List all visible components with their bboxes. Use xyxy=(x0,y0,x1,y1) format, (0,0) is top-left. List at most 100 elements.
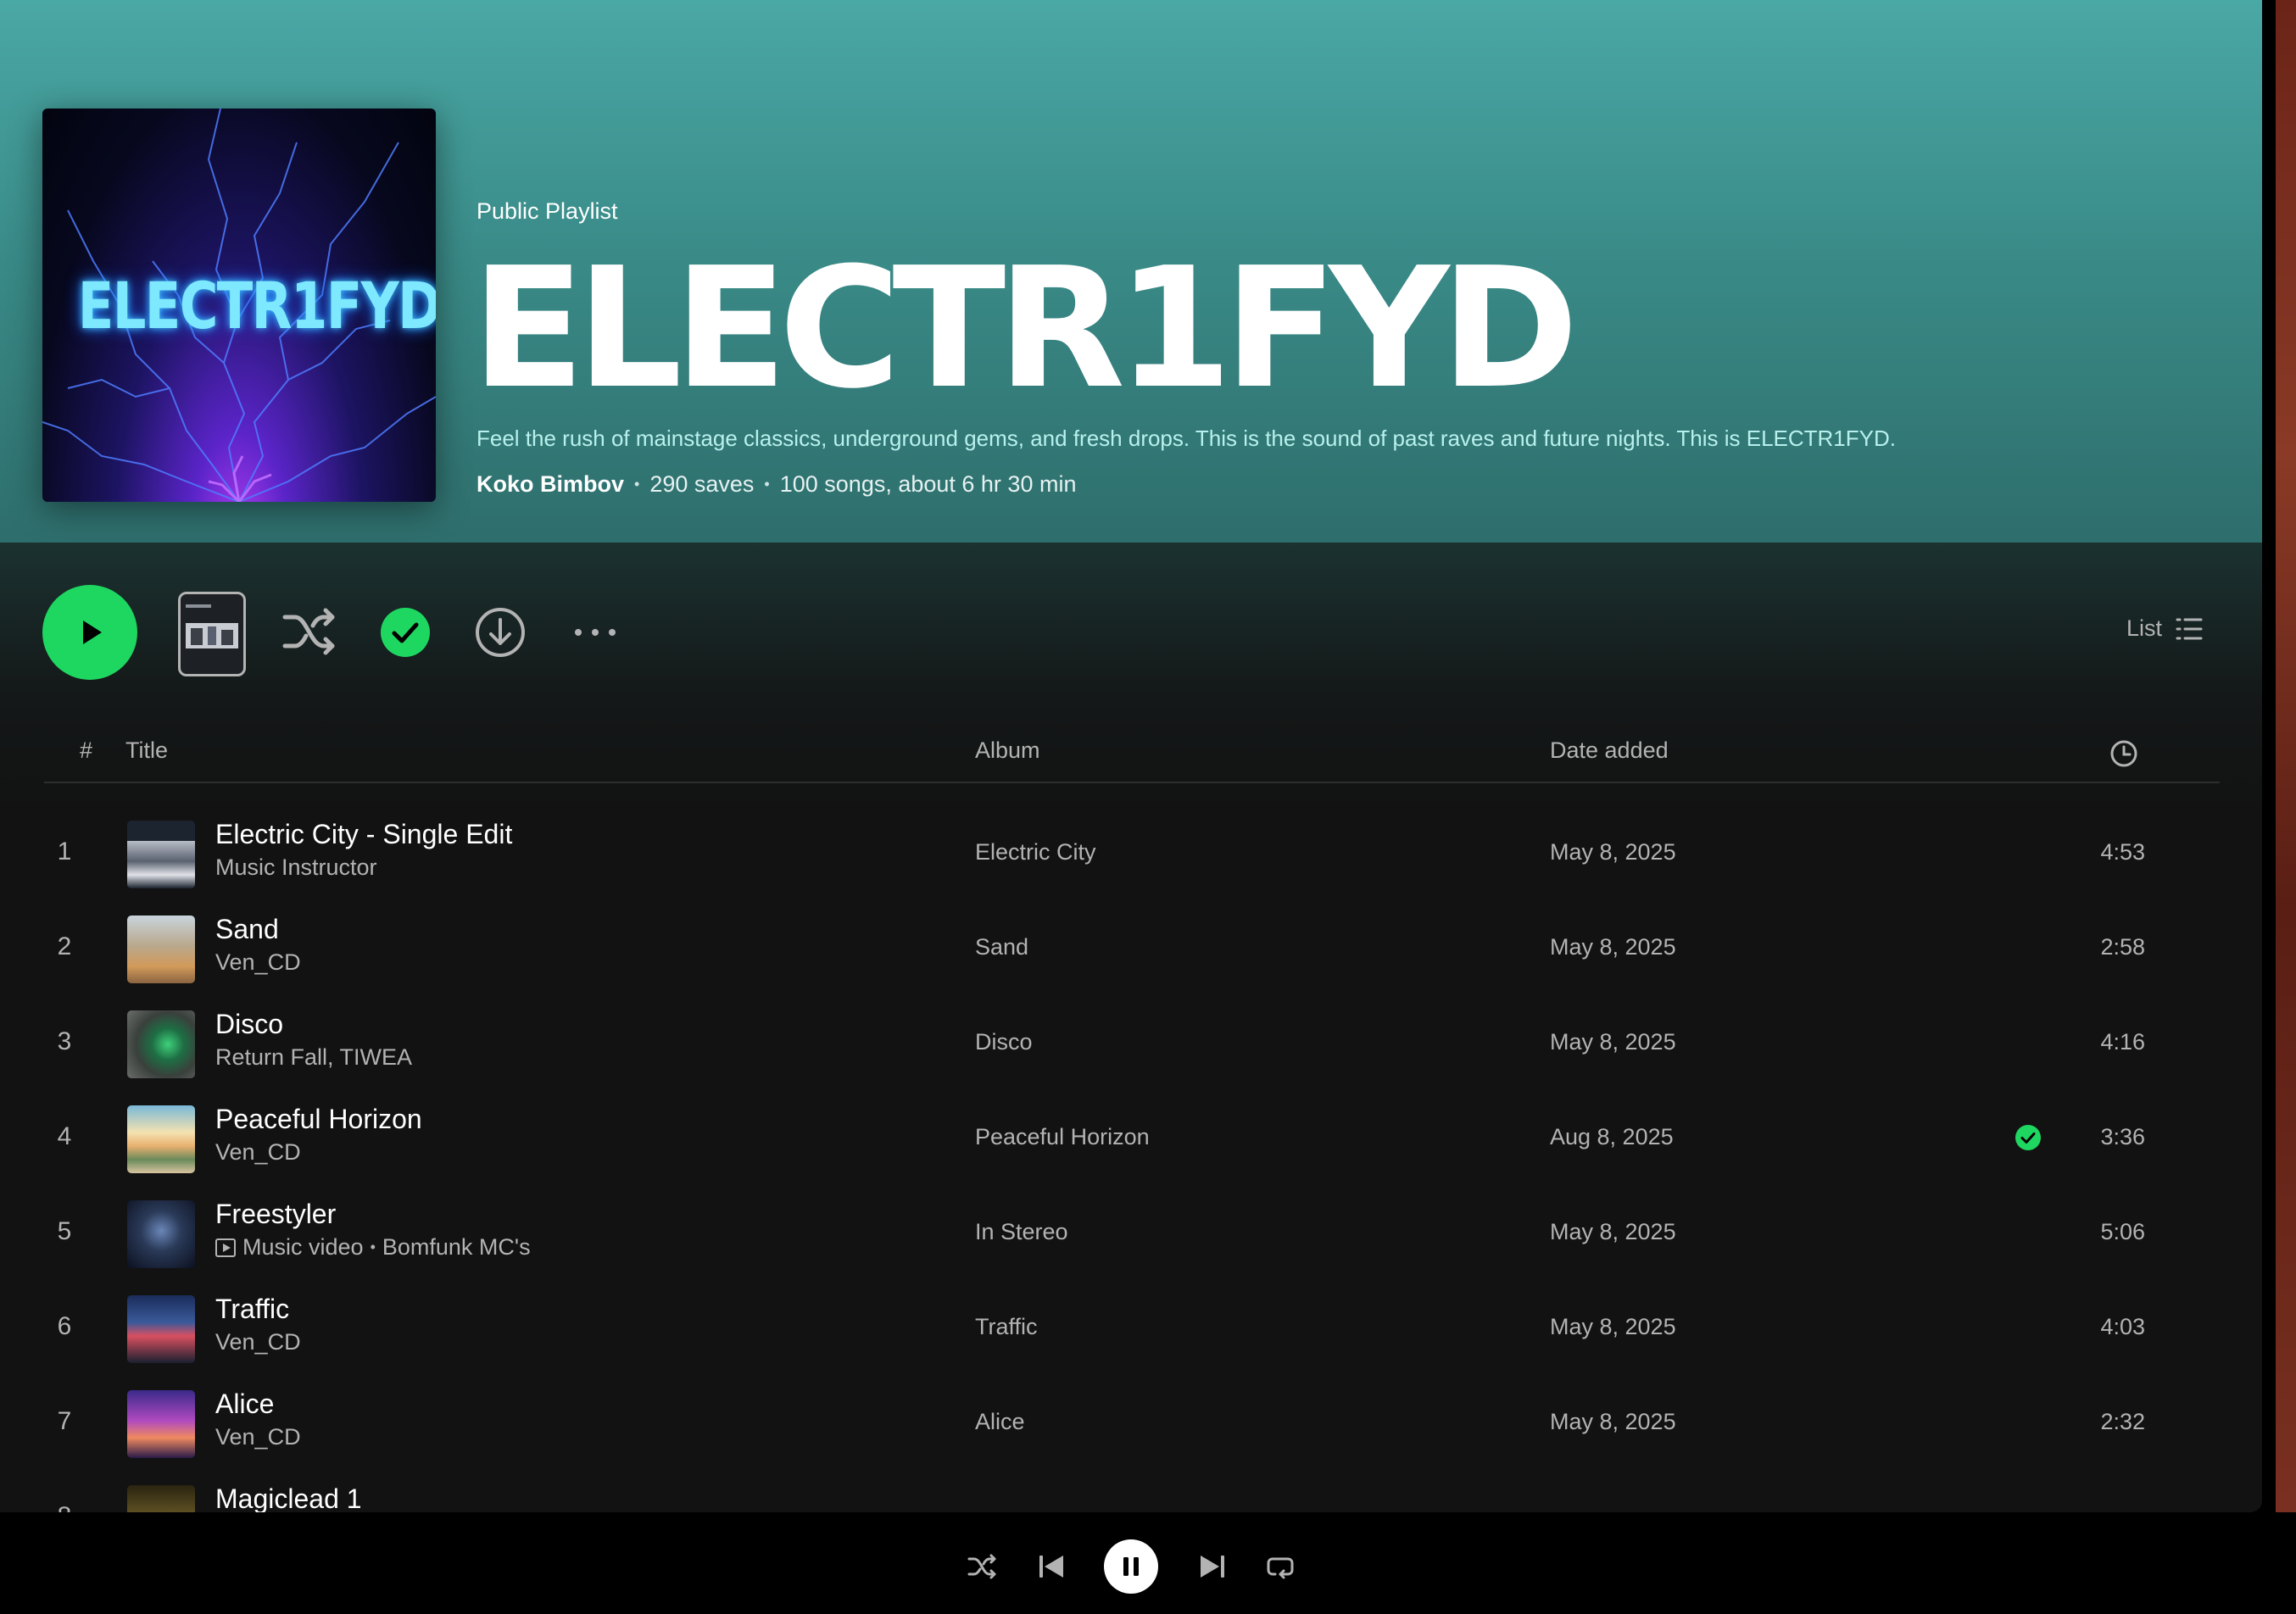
playlist-type-label: Public Playlist xyxy=(476,198,618,224)
track-duration: 4:03 xyxy=(2100,1314,2145,1339)
track-thumbnail xyxy=(127,1105,195,1173)
track-date-added: May 8, 2025 xyxy=(1550,839,1676,865)
music-video-label: Music video xyxy=(242,1234,364,1260)
artist-name[interactable]: Bomfunk MC's xyxy=(382,1234,531,1261)
track-artist[interactable]: Music video • Bomfunk MC's xyxy=(215,1234,531,1261)
track-list: 1 Electric City - Single Edit Music Inst… xyxy=(44,807,2220,1512)
saved-check-icon xyxy=(381,608,430,657)
saved-check-icon[interactable] xyxy=(2015,1124,2042,1151)
player-shuffle-button[interactable] xyxy=(967,1551,997,1582)
track-duration: 5:06 xyxy=(2100,1219,2145,1244)
view-toggle[interactable]: List xyxy=(2126,615,2203,642)
track-title[interactable]: Freestyler xyxy=(215,1199,336,1230)
track-row[interactable]: 4 Peaceful Horizon Ven_CD Peaceful Horiz… xyxy=(44,1092,2220,1187)
track-album[interactable]: Traffic xyxy=(975,1314,1038,1340)
playlist-cover[interactable]: ELECTR1FYD xyxy=(42,109,436,502)
track-artist[interactable]: Ven_CD xyxy=(215,949,301,976)
track-number: 4 xyxy=(57,1122,72,1150)
more-options-button[interactable] xyxy=(570,622,621,643)
track-album[interactable]: Disco xyxy=(975,1029,1033,1055)
track-row[interactable]: 8 Magiclead 1 xyxy=(44,1472,2220,1512)
track-number: 2 xyxy=(57,932,72,960)
shuffle-button[interactable] xyxy=(281,605,337,658)
track-row[interactable]: 5 Freestyler Music video • Bomfunk MC's … xyxy=(44,1187,2220,1282)
track-artist[interactable]: Music Instructor xyxy=(215,854,377,881)
track-row[interactable]: 3 Disco Return Fall, TIWEA Disco May 8, … xyxy=(44,997,2220,1092)
track-row[interactable]: 6 Traffic Ven_CD Traffic May 8, 2025 4:0… xyxy=(44,1282,2220,1377)
download-button[interactable] xyxy=(475,607,526,658)
track-thumbnail xyxy=(127,1200,195,1268)
meta-separator: • xyxy=(764,476,770,493)
main-view: ELECTR1FYD Public Playlist ELECTR1FYD Fe… xyxy=(0,0,2262,1512)
track-artist[interactable]: Return Fall, TIWEA xyxy=(215,1044,412,1071)
track-number: 6 xyxy=(57,1312,72,1340)
track-title[interactable]: Alice xyxy=(215,1389,274,1420)
artist-name[interactable]: Ven_CD xyxy=(215,1139,301,1166)
playlist-description: Feel the rush of mainstage classics, und… xyxy=(476,426,1896,451)
track-title[interactable]: Magiclead 1 xyxy=(215,1483,362,1512)
track-album[interactable]: Alice xyxy=(975,1409,1025,1435)
track-album[interactable]: Sand xyxy=(975,934,1028,960)
artist-name[interactable]: Music Instructor xyxy=(215,854,377,881)
track-row[interactable]: 2 Sand Ven_CD Sand May 8, 2025 2:58 xyxy=(44,902,2220,997)
pause-button[interactable] xyxy=(1104,1539,1158,1594)
next-icon xyxy=(1201,1556,1224,1578)
previous-button[interactable] xyxy=(1036,1551,1067,1582)
artist-name[interactable]: Return Fall, TIWEA xyxy=(215,1044,412,1071)
track-title[interactable]: Electric City - Single Edit xyxy=(215,819,512,850)
track-number: 8 xyxy=(44,1502,85,1512)
clock-icon[interactable] xyxy=(2109,739,2138,768)
track-number: 7 xyxy=(57,1407,72,1435)
track-title[interactable]: Sand xyxy=(215,914,279,945)
next-button[interactable] xyxy=(1197,1551,1228,1582)
track-date-added: May 8, 2025 xyxy=(1550,1314,1676,1339)
header-album[interactable]: Album xyxy=(975,737,1040,764)
track-row[interactable]: 1 Electric City - Single Edit Music Inst… xyxy=(44,807,2220,902)
track-date-added: May 8, 2025 xyxy=(1550,934,1676,960)
track-album[interactable]: Peaceful Horizon xyxy=(975,1124,1150,1150)
track-thumbnail xyxy=(127,1010,195,1078)
saved-to-library-button[interactable] xyxy=(380,607,431,658)
artist-name[interactable]: Ven_CD xyxy=(215,949,301,976)
artist-name[interactable]: Ven_CD xyxy=(215,1424,301,1450)
repeat-button[interactable] xyxy=(1265,1551,1296,1582)
track-thumbnail xyxy=(127,1485,195,1512)
track-artist[interactable]: Ven_CD xyxy=(215,1139,301,1166)
track-artist[interactable]: Ven_CD xyxy=(215,1424,301,1450)
track-row[interactable]: 7 Alice Ven_CD Alice May 8, 2025 2:32 xyxy=(44,1377,2220,1472)
more-options-icon xyxy=(575,629,616,636)
track-album[interactable]: Electric City xyxy=(975,839,1096,865)
player-controls xyxy=(0,1512,2296,1614)
playlist-content: List # Title Album Date added 1 Electric… xyxy=(0,543,2262,1512)
download-icon xyxy=(476,608,525,657)
track-duration: 3:36 xyxy=(2100,1124,2145,1149)
track-title[interactable]: Disco xyxy=(215,1009,283,1040)
track-date-added: Aug 8, 2025 xyxy=(1550,1124,1674,1149)
playlist-owner-link[interactable]: Koko Bimbov xyxy=(476,471,624,498)
header-title[interactable]: Title xyxy=(125,737,168,764)
shuffle-icon xyxy=(282,608,335,655)
track-number: 3 xyxy=(57,1027,72,1055)
playlist-title[interactable]: ELECTR1FYD xyxy=(471,227,1579,431)
header-date-added[interactable]: Date added xyxy=(1550,737,1669,764)
playlist-meta: Koko Bimbov • 290 saves • 100 songs, abo… xyxy=(476,471,1076,498)
track-title[interactable]: Peaceful Horizon xyxy=(215,1104,422,1135)
track-album[interactable]: In Stereo xyxy=(975,1219,1068,1245)
artist-name[interactable]: Ven_CD xyxy=(215,1329,301,1355)
track-date-added: May 8, 2025 xyxy=(1550,1409,1676,1434)
track-duration: 4:16 xyxy=(2100,1029,2145,1055)
track-title[interactable]: Traffic xyxy=(215,1294,289,1325)
track-artist[interactable]: Ven_CD xyxy=(215,1329,301,1355)
track-thumbnail xyxy=(127,1390,195,1458)
pause-icon xyxy=(1123,1557,1139,1576)
meta-separator: • xyxy=(634,476,640,493)
track-number: 5 xyxy=(57,1217,72,1245)
repeat-icon xyxy=(1267,1557,1294,1579)
play-icon xyxy=(83,621,102,644)
preview-thumbnail[interactable] xyxy=(178,592,246,676)
track-date-added: May 8, 2025 xyxy=(1550,1219,1676,1244)
track-thumbnail xyxy=(127,1295,195,1363)
play-button[interactable] xyxy=(42,585,137,680)
track-number: 1 xyxy=(57,838,72,865)
meta-separator: • xyxy=(370,1238,376,1255)
